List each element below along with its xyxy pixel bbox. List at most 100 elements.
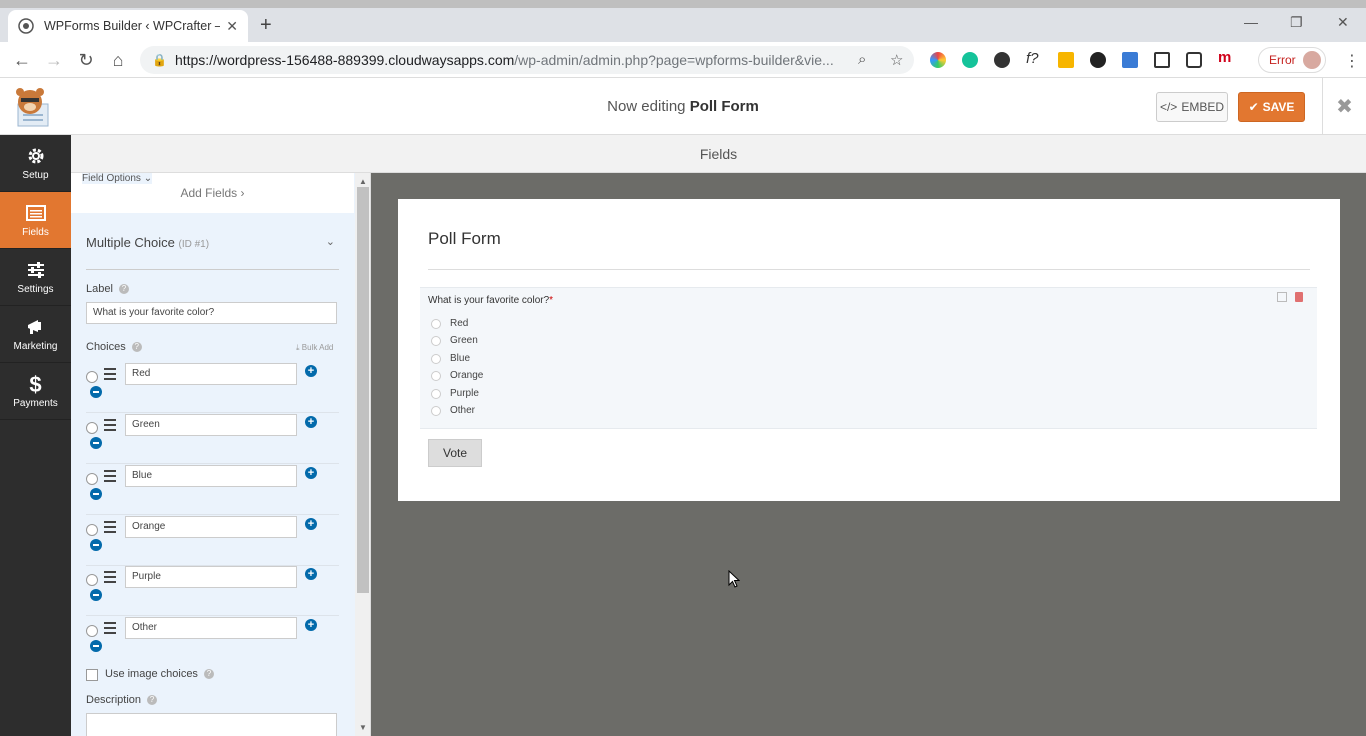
help-icon[interactable]: ? [118, 284, 129, 295]
color-extension-icon[interactable] [930, 52, 946, 68]
trash-icon[interactable] [1295, 292, 1303, 302]
fields-title-bar: Fields [71, 135, 1366, 173]
label-input[interactable]: What is your favorite color? [86, 302, 337, 324]
embed-button[interactable]: </> EMBED [1156, 92, 1228, 122]
scrollbar-thumb[interactable] [357, 187, 369, 593]
collapse-chevron-icon[interactable]: ⌄ [326, 235, 335, 248]
default-choice-radio[interactable] [86, 371, 98, 383]
choice-row: Orange + [86, 516, 339, 566]
vote-button[interactable]: Vote [428, 439, 482, 467]
add-choice-icon[interactable]: + [305, 365, 317, 377]
bookmark-star-icon[interactable]: ☆ [890, 51, 903, 69]
sidebar-item-settings[interactable]: Settings [0, 249, 71, 306]
help-icon[interactable]: ? [203, 669, 214, 680]
drag-handle-icon[interactable] [104, 470, 116, 482]
add-choice-icon[interactable]: + [305, 518, 317, 530]
drag-handle-icon[interactable] [104, 521, 116, 533]
choice-input[interactable]: Purple [125, 566, 297, 588]
image-choices-checkbox[interactable] [86, 669, 98, 681]
url-field[interactable]: 🔒 https://wordpress-156488-889399.cloudw… [140, 46, 914, 74]
add-choice-icon[interactable]: + [305, 568, 317, 580]
forward-icon[interactable]: → [44, 50, 64, 71]
radio-icon [431, 353, 441, 364]
reload-icon[interactable]: ↻ [76, 50, 96, 71]
chevron-right-icon: › [240, 186, 245, 200]
remove-choice-icon[interactable] [90, 589, 102, 601]
add-choice-icon[interactable]: + [305, 619, 317, 631]
sidebar-item-setup[interactable]: Setup [0, 135, 71, 192]
code-icon: </> [1159, 100, 1178, 114]
choice-input[interactable]: Blue [125, 465, 297, 487]
choice-row: Green + [86, 414, 339, 464]
choice-input[interactable]: Other [125, 617, 297, 639]
multiple-choice-field[interactable]: What is your favorite color?* Red Green … [420, 287, 1317, 429]
profile-error-button[interactable]: Error [1258, 47, 1326, 73]
new-tab-icon[interactable]: + [260, 14, 272, 37]
image-choices-label: Use image choices? [105, 668, 214, 680]
table-extension-icon[interactable] [1122, 52, 1138, 68]
remove-choice-icon[interactable] [90, 539, 102, 551]
scroll-down-icon[interactable]: ▼ [359, 723, 367, 732]
option-item[interactable]: Green [431, 335, 478, 346]
option-item[interactable]: Orange [431, 370, 483, 381]
default-choice-radio[interactable] [86, 422, 98, 434]
choice-row: Red + [86, 363, 339, 413]
default-choice-radio[interactable] [86, 625, 98, 637]
help-icon[interactable]: ? [147, 695, 158, 706]
crop-extension-icon[interactable] [1154, 52, 1170, 68]
drag-handle-icon[interactable] [104, 419, 116, 431]
choice-row: Blue + [86, 465, 339, 515]
screenshot-extension-icon[interactable] [1186, 52, 1202, 68]
option-item[interactable]: Blue [431, 353, 470, 364]
scroll-up-icon[interactable]: ▲ [359, 177, 367, 186]
home-icon[interactable]: ⌂ [108, 50, 128, 71]
dark-extension-icon[interactable] [1090, 52, 1106, 68]
remove-choice-icon[interactable] [90, 386, 102, 398]
drag-handle-icon[interactable] [104, 622, 116, 634]
minimize-icon[interactable]: — [1244, 14, 1258, 30]
option-item[interactable]: Other [431, 405, 475, 416]
zoom-icon[interactable]: ⌕ [858, 51, 866, 68]
drag-handle-icon[interactable] [104, 571, 116, 583]
note-extension-icon[interactable] [1058, 52, 1074, 68]
default-choice-radio[interactable] [86, 574, 98, 586]
remove-choice-icon[interactable] [90, 488, 102, 500]
k-extension-icon[interactable] [994, 52, 1010, 68]
remove-choice-icon[interactable] [90, 640, 102, 652]
m-extension-icon[interactable]: m [1218, 49, 1234, 66]
panel-scrollbar[interactable]: ▲ ▼ [355, 173, 370, 736]
description-textarea[interactable] [86, 713, 337, 736]
default-choice-radio[interactable] [86, 473, 98, 485]
choice-input[interactable]: Red [125, 363, 297, 385]
tab-field-options[interactable]: Field Options ⌄ [82, 173, 153, 184]
sidebar-item-marketing[interactable]: Marketing [0, 306, 71, 363]
choice-input[interactable]: Green [125, 414, 297, 436]
add-choice-icon[interactable]: + [305, 416, 317, 428]
option-item[interactable]: Purple [431, 388, 479, 399]
list-icon [25, 204, 46, 221]
radio-icon [431, 335, 441, 346]
exit-builder-icon[interactable]: ✖ [1322, 78, 1366, 135]
tab-close-icon[interactable]: ✕ [226, 18, 238, 35]
sidebar-item-fields[interactable]: Fields [0, 192, 71, 249]
drag-handle-icon[interactable] [104, 368, 116, 380]
choice-input[interactable]: Orange [125, 516, 297, 538]
browser-tab[interactable]: WPForms Builder ‹ WPCrafter — ✕ [8, 10, 248, 42]
sidebar-item-payments[interactable]: $ Payments [0, 363, 71, 420]
window-close-icon[interactable]: ✕ [1337, 14, 1349, 31]
field-group-header[interactable]: Multiple Choice (ID #1) ⌄ [86, 235, 339, 270]
remove-choice-icon[interactable] [90, 437, 102, 449]
help-icon[interactable]: ? [131, 342, 142, 353]
font-extension-icon[interactable]: f? [1026, 50, 1042, 67]
bulk-add-link[interactable]: ⤓ Bulk Add [296, 343, 333, 353]
restore-icon[interactable]: ❐ [1290, 14, 1303, 31]
browser-menu-icon[interactable]: ⋮ [1344, 51, 1360, 71]
option-item[interactable]: Red [431, 318, 468, 329]
grammarly-icon[interactable] [962, 52, 978, 68]
default-choice-radio[interactable] [86, 524, 98, 536]
label-title: Label? [86, 283, 129, 295]
save-button[interactable]: ✔ SAVE [1238, 92, 1305, 122]
back-icon[interactable]: ← [12, 50, 32, 71]
duplicate-icon[interactable] [1277, 292, 1287, 302]
add-choice-icon[interactable]: + [305, 467, 317, 479]
